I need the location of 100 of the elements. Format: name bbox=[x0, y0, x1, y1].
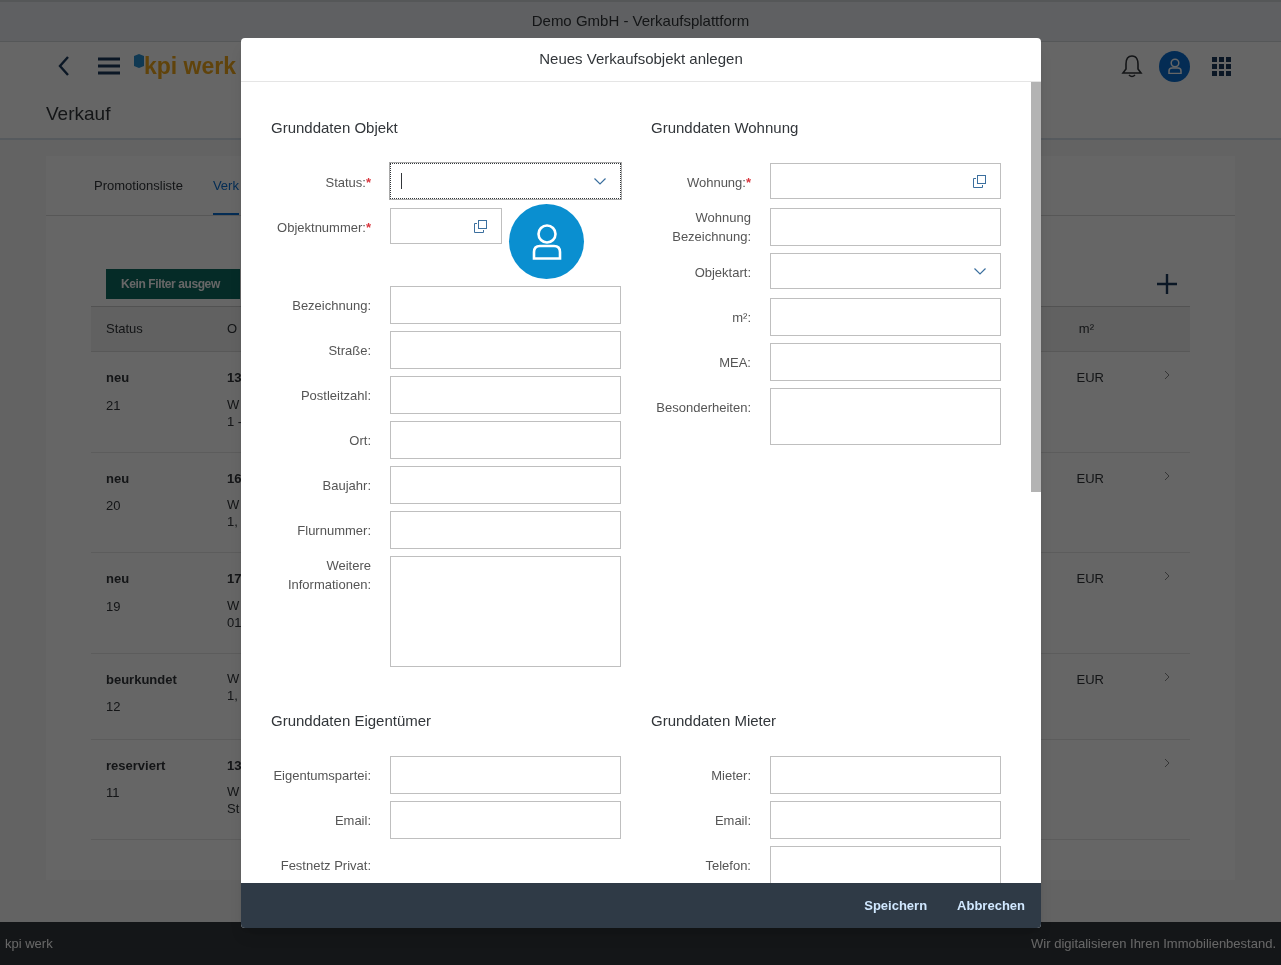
table-cell-text: W bbox=[227, 395, 241, 413]
tab[interactable]: Verk bbox=[212, 167, 239, 215]
footer-text: kpi werk bbox=[5, 934, 53, 953]
text-area[interactable] bbox=[770, 388, 1001, 445]
apps-grid-icon[interactable] bbox=[1212, 56, 1231, 76]
table-cell: W bbox=[227, 669, 240, 687]
chevron-right-icon[interactable] bbox=[1164, 370, 1170, 380]
column-header: Status bbox=[106, 320, 144, 339]
table-cell-text: W bbox=[227, 496, 241, 513]
input-field[interactable] bbox=[770, 298, 1001, 336]
column-header: m² bbox=[1078, 320, 1094, 339]
chevron-right-icon[interactable] bbox=[1164, 671, 1170, 682]
chevron-right-icon[interactable] bbox=[1164, 757, 1170, 768]
table-cell-text: 12 bbox=[106, 698, 122, 716]
add-icon[interactable] bbox=[1157, 274, 1177, 294]
input-field[interactable] bbox=[770, 801, 1001, 839]
dialog-button[interactable]: Speichern bbox=[854, 889, 938, 922]
table-cell-text: St bbox=[227, 800, 241, 817]
page-title: Verkauf bbox=[46, 101, 111, 126]
table-cell-text: 1, bbox=[227, 686, 239, 704]
table-cell: 1 - bbox=[227, 412, 243, 430]
person-icon bbox=[1167, 58, 1182, 74]
bell-icon[interactable] bbox=[1121, 54, 1143, 78]
table-cell-text: EUR bbox=[1076, 369, 1104, 387]
table-cell-text: 19 bbox=[106, 597, 122, 616]
table-cell-text: neu bbox=[106, 570, 131, 588]
field-label: Besonderheiten: bbox=[656, 399, 751, 415]
required-asterisk: * bbox=[365, 219, 371, 235]
required-asterisk: * bbox=[745, 174, 751, 190]
footer-text: Wir digitalisieren Ihren Immobilienbestand. bbox=[1031, 934, 1276, 953]
input-field[interactable] bbox=[390, 331, 621, 369]
field-label: Flurnummer: bbox=[297, 522, 371, 538]
table-cell-text: EUR bbox=[1076, 670, 1104, 689]
chevron-down-icon[interactable] bbox=[974, 267, 986, 275]
input-field[interactable] bbox=[770, 208, 1001, 246]
table-cell-text: 21 bbox=[106, 396, 122, 415]
scrollbar-thumb[interactable] bbox=[1031, 82, 1041, 492]
table-cell-text: 20 bbox=[106, 497, 122, 515]
input-field[interactable] bbox=[770, 756, 1001, 794]
field-label: Postleitzahl: bbox=[300, 387, 371, 403]
input-field[interactable] bbox=[390, 511, 621, 549]
dialog-title: Neues Verkaufsobjekt anlegen bbox=[539, 49, 743, 70]
input-field[interactable] bbox=[390, 801, 621, 839]
field-label: Email: bbox=[334, 812, 371, 828]
avatar-button[interactable] bbox=[1159, 50, 1190, 82]
section-heading: Grunddaten Eigentümer bbox=[271, 711, 433, 731]
table-cell-text: 13 bbox=[227, 369, 243, 387]
field-label: Wohnung Bezeichnung: bbox=[672, 210, 751, 244]
field-label: Baujahr: bbox=[322, 477, 371, 493]
field-label: Weitere Informationen: bbox=[287, 558, 371, 592]
section-heading: Grunddaten Wohnung bbox=[651, 118, 800, 138]
input-field[interactable] bbox=[390, 376, 621, 414]
value-help-icon[interactable] bbox=[973, 174, 986, 188]
section-heading: Grunddaten Mieter bbox=[651, 711, 778, 731]
table-cell-text: 11 bbox=[106, 784, 121, 802]
input-field[interactable] bbox=[390, 756, 621, 794]
person-icon bbox=[531, 223, 562, 260]
tab[interactable]: Promotionsliste bbox=[94, 167, 183, 215]
field-label: Telefon: bbox=[705, 857, 751, 873]
field-label: Mieter: bbox=[711, 767, 751, 783]
chevron-down-icon[interactable] bbox=[594, 177, 606, 185]
table-cell-text: 1, bbox=[227, 513, 239, 530]
table-cell-text: EUR bbox=[1076, 570, 1104, 588]
field-label: MEA: bbox=[719, 354, 751, 370]
table-cell-text: neu bbox=[106, 469, 131, 488]
cube-icon bbox=[134, 54, 144, 68]
table-cell-text: beurkundet bbox=[106, 670, 178, 689]
dropdown-field[interactable] bbox=[770, 253, 1001, 289]
field-label: Eigentumspartei: bbox=[273, 767, 371, 783]
value-help-icon[interactable] bbox=[474, 219, 487, 233]
text-area[interactable] bbox=[390, 556, 621, 667]
table-cell-text: W bbox=[227, 783, 241, 800]
menu-icon[interactable] bbox=[98, 57, 120, 75]
input-field[interactable] bbox=[390, 208, 502, 244]
input-field[interactable] bbox=[390, 466, 621, 504]
table-cell-text: 17 bbox=[227, 570, 242, 588]
input-field[interactable] bbox=[390, 286, 621, 324]
input-field[interactable] bbox=[770, 846, 1001, 883]
input-field[interactable] bbox=[770, 163, 1001, 199]
table-cell-text: reserviert bbox=[106, 756, 167, 775]
field-label: Email: bbox=[714, 812, 751, 828]
section-heading: Grunddaten Objekt bbox=[271, 118, 399, 138]
field-label: Objektnummer: bbox=[277, 219, 366, 235]
field-label: Ort: bbox=[349, 432, 371, 448]
field-label: Straße: bbox=[328, 342, 371, 358]
chevron-right-icon[interactable] bbox=[1164, 571, 1170, 581]
field-label: m²: bbox=[732, 309, 751, 325]
field-label: Objektart: bbox=[694, 264, 751, 280]
column-header: O bbox=[227, 320, 238, 339]
table-cell-text: EUR bbox=[1076, 469, 1104, 488]
input-field[interactable] bbox=[390, 421, 621, 459]
input-field[interactable] bbox=[770, 343, 1001, 381]
dropdown-field[interactable] bbox=[390, 163, 621, 199]
table-cell-text: neu bbox=[106, 369, 131, 387]
chevron-right-icon[interactable] bbox=[1164, 470, 1170, 481]
filter-button[interactable]: Kein Filter ausgew bbox=[106, 269, 240, 299]
table-cell-text: 16 bbox=[227, 469, 242, 488]
dialog-button[interactable]: Abbrechen bbox=[947, 889, 1035, 922]
window-title: Demo GmbH - Verkaufsplattform bbox=[531, 11, 750, 32]
logo-text: kpi werk bbox=[144, 55, 237, 78]
